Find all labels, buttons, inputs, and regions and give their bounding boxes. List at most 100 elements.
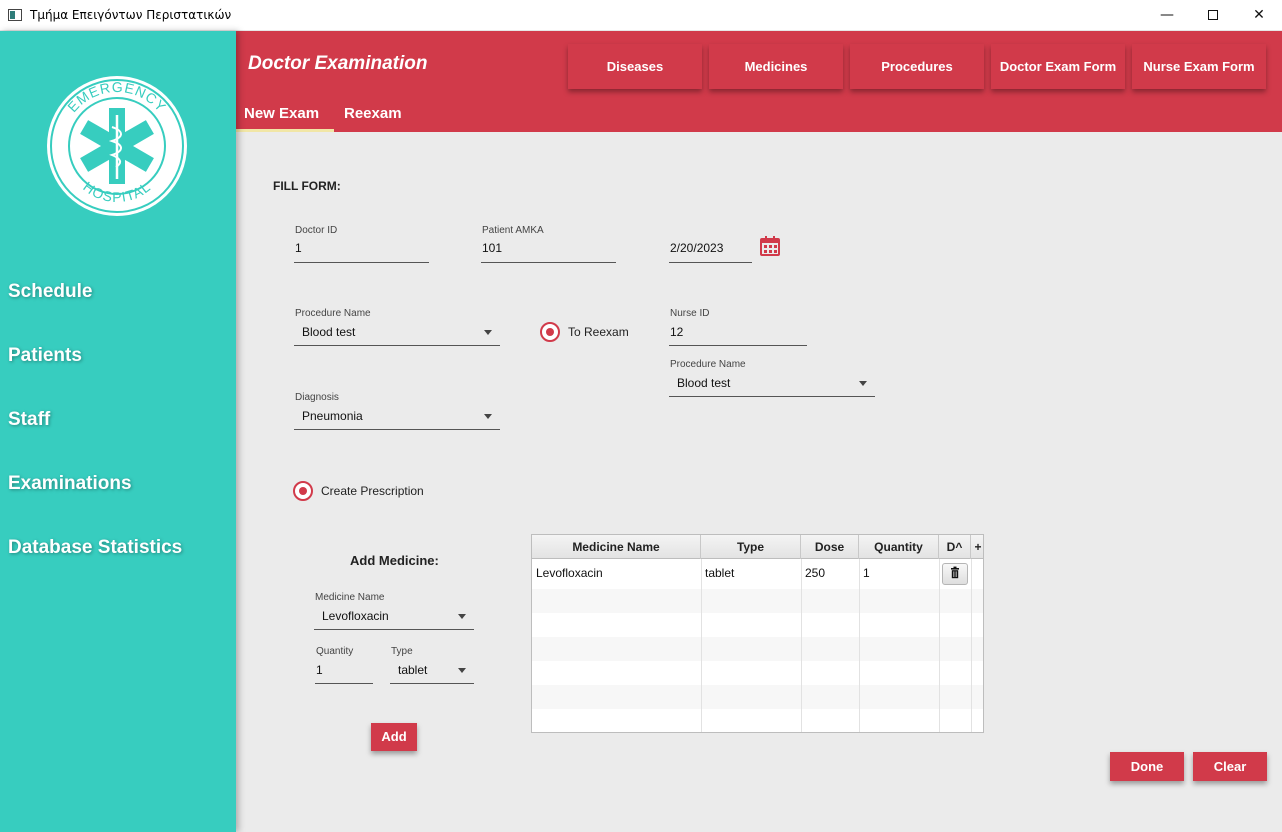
medicine-name-value: Levofloxacin [322,609,389,623]
maximize-button[interactable] [1190,0,1236,31]
nurse-procedure-combobox[interactable]: Blood test [669,371,875,397]
procedure-label: Procedure Name [295,308,371,319]
diseases-button[interactable]: Diseases [568,44,702,89]
clear-button[interactable]: Clear [1193,752,1267,781]
column-header-quantity[interactable]: Quantity [859,535,939,559]
add-medicine-heading: Add Medicine: [350,553,439,568]
table-row-empty [532,661,983,685]
nurse-procedure-value: Blood test [677,376,731,390]
tab-new-exam[interactable]: New Exam [244,105,319,122]
column-header-medicine-name[interactable]: Medicine Name [532,535,701,559]
quantity-field[interactable]: 1 [315,658,373,684]
close-button[interactable]: ✕ [1236,0,1282,31]
patient-amka-value: 101 [482,241,503,255]
procedure-value: Blood test [302,325,356,339]
header: Doctor Examination Diseases Medicines Pr… [236,31,1282,132]
table-row-empty [532,637,983,661]
sidebar-item-examinations[interactable]: Examinations [8,473,132,495]
patient-amka-label: Patient AMKA [482,225,544,236]
page-title: Doctor Examination [248,53,428,74]
column-divider [859,559,860,732]
doctor-id-underline [294,262,429,263]
chevron-down-icon [859,381,867,386]
table-row-empty [532,613,983,637]
cell-dose: 250 [805,566,826,580]
diagnosis-combobox[interactable]: Pneumonia [294,404,500,430]
sidebar-item-patients[interactable]: Patients [8,345,82,367]
title-bar: Τμήμα Επειγόντων Περιστατικών — ✕ [0,0,1282,31]
nurse-id-field[interactable]: 12 [669,320,807,346]
table-header: Medicine Name Type Dose Quantity D^ + [532,535,983,559]
diagnosis-value: Pneumonia [302,409,363,423]
nurse-id-value: 12 [670,325,684,339]
trash-icon [951,566,959,579]
patient-amka-underline [481,262,616,263]
column-divider [701,559,702,732]
medicines-button[interactable]: Medicines [709,44,843,89]
quantity-label: Quantity [316,646,354,657]
quantity-underline [315,683,373,684]
date-underline [669,262,752,263]
procedure-combobox[interactable]: Blood test [294,320,500,346]
sidebar-item-database-statistics[interactable]: Database Statistics [8,537,182,559]
column-header-dose[interactable]: Dose [801,535,859,559]
form-heading: FILL FORM: [273,179,341,193]
diagnosis-underline [294,429,500,430]
app-icon [8,9,22,21]
add-medicine-button[interactable]: Add [371,723,417,751]
column-divider [971,559,972,732]
nurse-exam-form-button[interactable]: Nurse Exam Form [1132,44,1266,89]
emergency-hospital-logo: EMERGENCY HOSPITAL [47,76,187,216]
chevron-down-icon [458,668,466,673]
procedures-button[interactable]: Procedures [850,44,984,89]
column-header-delete[interactable]: D^ [939,535,971,559]
nurse-procedure-underline [669,396,875,397]
to-reexam-label: To Reexam [568,325,629,339]
type-label: Type [391,646,413,657]
tab-reexam[interactable]: Reexam [344,105,402,122]
table-row-empty [532,709,983,732]
quantity-value: 1 [316,663,323,677]
sidebar-item-schedule[interactable]: Schedule [8,281,92,303]
sidebar: EMERGENCY HOSPITAL Schedule Patients Sta… [0,31,236,832]
create-prescription-label: Create Prescription [321,484,424,498]
calendar-icon[interactable] [759,235,781,257]
diagnosis-label: Diagnosis [295,392,339,403]
cell-type: tablet [705,566,735,580]
window-title: Τμήμα Επειγόντων Περιστατικών [30,8,232,22]
procedure-underline [294,345,500,346]
column-divider [939,559,940,732]
type-combobox[interactable]: tablet [390,658,474,684]
column-divider [801,559,802,732]
doctor-id-field[interactable]: 1 [294,237,429,263]
date-field[interactable]: 2/20/2023 [669,237,752,263]
app-window: Τμήμα Επειγόντων Περιστατικών — ✕ EMERGE… [0,0,1282,832]
column-header-type[interactable]: Type [701,535,801,559]
done-button[interactable]: Done [1110,752,1184,781]
table-row-empty [532,589,983,613]
chevron-down-icon [484,414,492,419]
table-row-empty [532,685,983,709]
chevron-down-icon [484,330,492,335]
minimize-button[interactable]: — [1144,0,1190,31]
type-value: tablet [398,663,428,677]
medicine-name-label: Medicine Name [315,592,385,603]
doctor-exam-form-button[interactable]: Doctor Exam Form [991,44,1125,89]
patient-amka-field[interactable]: 101 [481,237,616,263]
medicine-table: Medicine Name Type Dose Quantity D^ + Le… [531,534,984,733]
medicine-name-combobox[interactable]: Levofloxacin [314,604,474,630]
column-menu-button[interactable]: + [971,535,983,559]
table-row[interactable]: Levofloxacin tablet 250 1 [532,559,983,589]
chevron-down-icon [458,614,466,619]
nurse-id-underline [669,345,807,346]
cell-quantity: 1 [863,566,870,580]
to-reexam-radio[interactable] [540,322,560,342]
create-prescription-radio[interactable] [293,481,313,501]
nurse-id-label: Nurse ID [670,308,710,319]
cell-medicine-name: Levofloxacin [536,566,603,580]
medicine-name-underline [314,629,474,630]
sidebar-item-staff[interactable]: Staff [8,409,50,431]
maximize-icon [1208,10,1218,20]
nurse-procedure-label: Procedure Name [670,359,746,370]
delete-row-button[interactable] [942,563,968,585]
